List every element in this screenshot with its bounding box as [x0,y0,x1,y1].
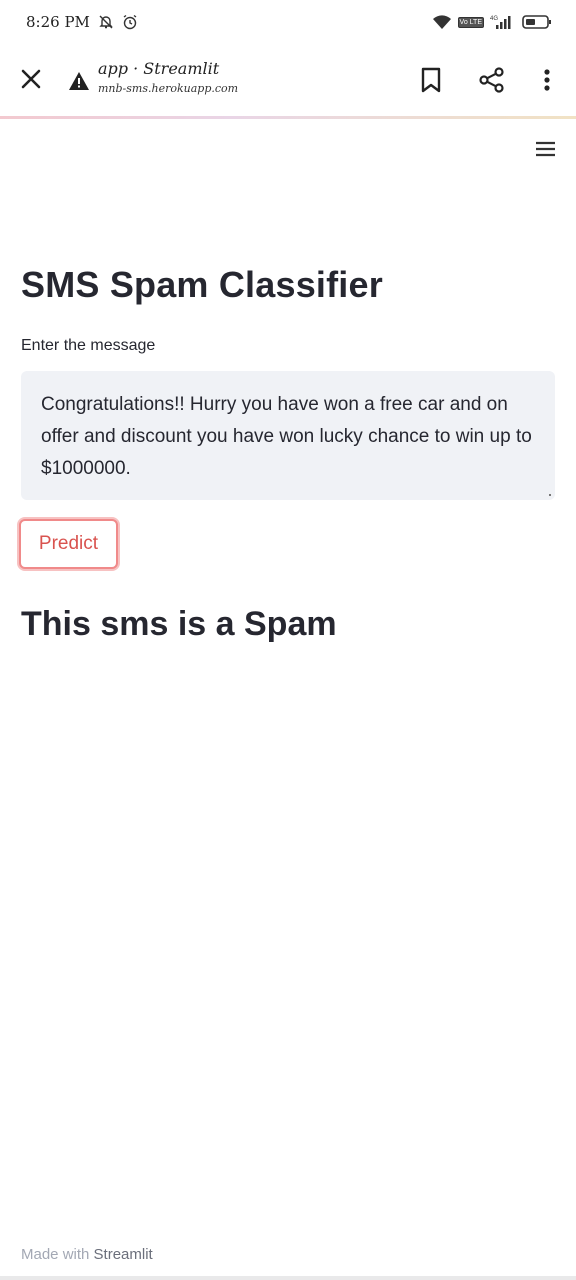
status-right: Vo LTE 4G [432,14,552,30]
browser-toolbar: app · Streamlit mnb-sms.herokuapp.com [0,44,576,116]
footer-brand-link[interactable]: Streamlit [94,1246,153,1263]
signal-icon: 4G [490,14,516,30]
status-left: 8:26 PM [26,13,138,31]
alarm-clock-icon [122,14,138,30]
bottom-divider [0,1276,576,1280]
resize-handle[interactable] [549,494,551,496]
bookmark-icon[interactable] [418,66,444,94]
page-url: mnb-sms.herokuapp.com [98,82,239,95]
hamburger-menu-icon[interactable] [534,138,558,160]
wifi-icon [432,14,452,30]
warning-icon[interactable] [68,71,90,91]
footer: Made with Streamlit [21,1246,153,1263]
app-title: SMS Spam Classifier [21,264,383,305]
close-icon[interactable] [18,66,44,92]
share-icon[interactable] [478,66,506,94]
battery-icon [522,14,552,30]
prediction-result: This sms is a Spam [21,605,337,643]
message-text: Congratulations!! Hurry you have won a f… [41,394,532,479]
network-type: 4G [490,16,498,22]
status-bar: 8:26 PM Vo LTE 4G [0,0,576,44]
muted-bell-icon [98,14,114,30]
footer-made-with: Made with [21,1246,90,1263]
status-time: 8:26 PM [26,13,90,31]
address-block[interactable]: app · Streamlit mnb-sms.herokuapp.com [98,58,238,98]
message-textarea[interactable]: Congratulations!! Hurry you have won a f… [21,371,555,500]
message-input-label: Enter the message [21,337,156,354]
volte-badge: Vo LTE [457,16,484,28]
page-load-progress [0,116,576,119]
page-title-label: app · Streamlit [98,59,220,78]
predict-button[interactable]: Predict [19,519,118,569]
more-options-icon[interactable] [536,66,558,94]
